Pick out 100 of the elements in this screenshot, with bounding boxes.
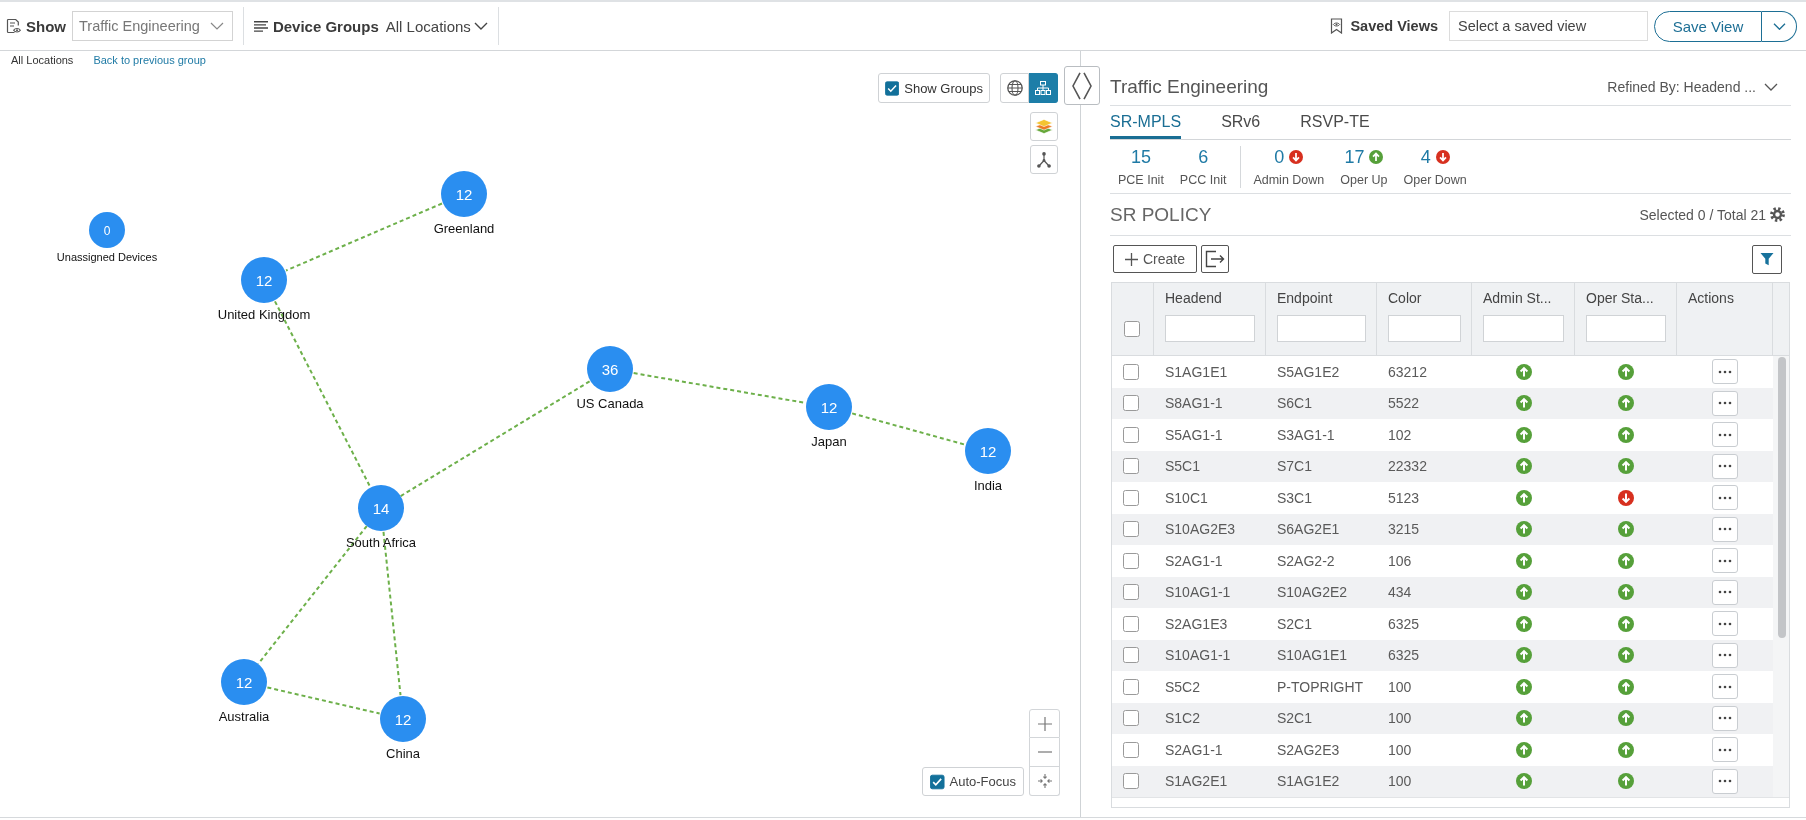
- table-cell: 63212: [1388, 363, 1427, 380]
- save-view-button[interactable]: Save View: [1654, 10, 1762, 42]
- checkbox[interactable]: [1123, 426, 1139, 443]
- location-node[interactable]: 12: [806, 384, 852, 430]
- more-icon: [1718, 747, 1732, 752]
- table-cell: S10AG2E3: [1165, 521, 1236, 538]
- checkbox[interactable]: [1123, 647, 1139, 664]
- checkbox[interactable]: [1123, 458, 1139, 475]
- more-icon: [1718, 653, 1732, 658]
- row-actions-button[interactable]: [1712, 642, 1738, 668]
- create-button[interactable]: Create: [1113, 245, 1197, 273]
- row-actions-button[interactable]: [1712, 485, 1738, 511]
- node-label: United Kingdom: [217, 306, 311, 322]
- stat-label: Oper Up: [1340, 171, 1388, 188]
- zoom-out-button[interactable]: [1029, 738, 1060, 767]
- view-mode-button[interactable]: [1029, 73, 1058, 103]
- row-actions-button[interactable]: [1712, 611, 1738, 637]
- checkbox[interactable]: [1123, 584, 1139, 601]
- table-row[interactable]: S8AG1-1 S6C1 5522: [1112, 387, 1773, 419]
- auto-focus-toggle[interactable]: Auto-Focus: [922, 767, 1024, 796]
- table-cell: 100: [1388, 710, 1412, 727]
- table-cell: P-TOPRIGHT: [1277, 678, 1364, 695]
- settings-icon[interactable]: [1770, 207, 1785, 222]
- table-row[interactable]: S1C2 S2C1 100: [1112, 702, 1773, 734]
- location-node[interactable]: 14: [358, 485, 404, 531]
- table-cell: S5AG1E2: [1277, 363, 1340, 380]
- checkbox[interactable]: [1123, 773, 1139, 790]
- row-actions-button[interactable]: [1712, 548, 1738, 574]
- more-icon: [1718, 369, 1732, 374]
- row-actions-button[interactable]: [1712, 390, 1738, 416]
- more-icon: [1718, 432, 1732, 437]
- column-header: Oper Sta...: [1586, 289, 1654, 307]
- chevron-down-icon: [1764, 83, 1778, 91]
- back-link[interactable]: Back to previous group: [93, 53, 206, 67]
- fit-view-button[interactable]: [1029, 767, 1060, 796]
- more-icon: [1718, 464, 1732, 469]
- save-options-button[interactable]: [1762, 10, 1797, 42]
- column-filter-field[interactable]: [1165, 315, 1255, 342]
- location-node[interactable]: 12: [965, 428, 1011, 474]
- globe-icon: [1006, 80, 1023, 96]
- column-filter-field[interactable]: [1586, 315, 1666, 342]
- saved-views-label: Saved Views: [1350, 18, 1438, 34]
- checkbox[interactable]: [1123, 552, 1139, 569]
- column-filter-field[interactable]: [1388, 315, 1461, 342]
- column-filter-field[interactable]: [1277, 315, 1366, 342]
- saved-view-field[interactable]: Select a saved view: [1449, 11, 1648, 41]
- row-actions-button[interactable]: [1712, 674, 1738, 700]
- checkbox[interactable]: [1123, 489, 1139, 506]
- show-groups-toggle[interactable]: Show Groups: [878, 73, 990, 103]
- checkbox[interactable]: [885, 79, 900, 97]
- location-node[interactable]: 12: [380, 696, 426, 742]
- device-groups-label: Device Groups: [272, 17, 379, 35]
- hierarchy-button[interactable]: [1030, 145, 1058, 174]
- location-node[interactable]: 12: [241, 257, 287, 303]
- location-node[interactable]: 36: [587, 346, 633, 392]
- column-filter-field[interactable]: [1483, 315, 1564, 342]
- row-actions-button[interactable]: [1712, 579, 1738, 605]
- refined-by-dropdown[interactable]: Refined By: Headend ...: [1607, 79, 1778, 95]
- table-cell: S2C1: [1277, 710, 1313, 727]
- checkbox[interactable]: [1123, 741, 1139, 758]
- checkbox[interactable]: [1123, 710, 1139, 727]
- location-node[interactable]: 12: [441, 171, 487, 217]
- table-row[interactable]: S10AG1-1 S10AG1E1 6325: [1112, 639, 1773, 671]
- tab[interactable]: SR-MPLS: [1110, 106, 1182, 139]
- show-dropdown[interactable]: Traffic Engineering: [72, 11, 233, 41]
- tab[interactable]: SRv6: [1221, 106, 1261, 139]
- row-actions-button[interactable]: [1712, 737, 1738, 763]
- checkbox[interactable]: [1123, 363, 1139, 380]
- location-node[interactable]: 12: [221, 659, 267, 705]
- row-actions-button[interactable]: [1712, 768, 1738, 794]
- table-row[interactable]: S10AG2E3 S6AG2E1 3215: [1112, 513, 1773, 545]
- table-row[interactable]: S10AG1-1 S10AG2E2 434: [1112, 576, 1773, 608]
- filter-button[interactable]: [1752, 244, 1782, 274]
- checkbox[interactable]: [1123, 521, 1139, 538]
- row-actions-button[interactable]: [1712, 453, 1738, 479]
- plus-icon: [1125, 252, 1138, 266]
- tab[interactable]: RSVP-TE: [1300, 106, 1370, 139]
- row-actions-button[interactable]: [1712, 705, 1738, 731]
- checkbox[interactable]: [1123, 395, 1139, 412]
- column-header: Endpoint: [1277, 289, 1333, 307]
- row-actions-button[interactable]: [1712, 359, 1738, 385]
- more-icon: [1718, 527, 1732, 532]
- checkbox[interactable]: [1123, 678, 1139, 695]
- checkbox[interactable]: [1123, 615, 1139, 632]
- table-row[interactable]: S5C1 S7C1 22332: [1112, 450, 1773, 482]
- checkbox[interactable]: [930, 773, 945, 790]
- collapse-toggle-button[interactable]: [1064, 66, 1100, 105]
- location-node[interactable]: 0: [89, 212, 125, 248]
- export-button[interactable]: [1201, 245, 1229, 273]
- row-actions-button[interactable]: [1712, 422, 1738, 448]
- table-row[interactable]: S1AG2E1 S1AG1E2 100: [1112, 765, 1773, 797]
- filter-icon: [1760, 252, 1774, 266]
- table-cell: S2AG1E3: [1165, 615, 1228, 632]
- scrollbar-thumb[interactable]: [1778, 357, 1786, 638]
- checkbox[interactable]: [1124, 321, 1140, 337]
- chevron-down-icon: [473, 22, 488, 30]
- layers-button[interactable]: [1030, 112, 1058, 141]
- device-groups-dropdown[interactable]: All Locations: [385, 17, 488, 35]
- row-actions-button[interactable]: [1712, 516, 1738, 542]
- zoom-in-button[interactable]: [1029, 709, 1060, 738]
